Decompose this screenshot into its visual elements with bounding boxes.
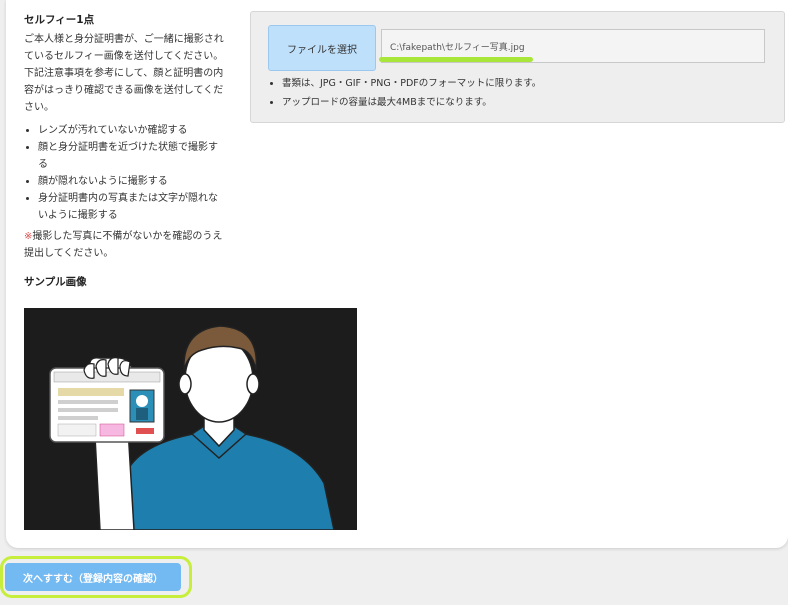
selfie-illustration [24, 308, 357, 531]
intro-text-2: 下記注意事項を参考にして、顔と証明書の内容がはっきり確認できる画像を送付してくだ… [24, 68, 224, 113]
section-title: セルフィー1点 [24, 14, 95, 26]
sample-title: サンプル画像 [24, 276, 87, 288]
sample-selfie-image [24, 308, 357, 531]
next-confirm-button[interactable]: 次へすすむ（登録内容の確認） [5, 563, 181, 591]
choose-file-button[interactable]: ファイルを選択 [268, 25, 376, 71]
note-text: 撮影した写真に不備がないかを確認のうえ提出してください。 [24, 231, 223, 259]
checklist-item: レンズが汚れていないか確認する [38, 122, 224, 139]
instructions-column: セルフィー1点 ご本人様と身分証明書が、ご一緒に撮影されているセルフィー画像を送… [24, 12, 224, 291]
highlight-underline [379, 57, 533, 62]
checklist: レンズが汚れていないか確認する 顔と身分証明書を近づけた状態で撮影する 顔が隠れ… [24, 122, 224, 224]
note: ※撮影した写真に不備がないかを確認のうえ提出してください。 [24, 228, 224, 262]
checklist-item: 顔が隠れないように撮影する [38, 173, 224, 190]
checklist-item: 身分証明書内の写真または文字が隠れないように撮影する [38, 190, 224, 224]
checklist-item: 顔と身分証明書を近づけた状態で撮影する [38, 139, 224, 173]
upload-info-item: アップロードの容量は最大4MBまでになります。 [282, 93, 541, 112]
upload-info-item: 書類は、JPG・GIF・PNG・PDFのフォーマットに限ります。 [282, 74, 541, 93]
upload-info-list: 書類は、JPG・GIF・PNG・PDFのフォーマットに限ります。 アップロードの… [262, 74, 541, 112]
intro-text-1: ご本人様と身分証明書が、ご一緒に撮影されているセルフィー画像を送付してください。 [24, 34, 224, 62]
